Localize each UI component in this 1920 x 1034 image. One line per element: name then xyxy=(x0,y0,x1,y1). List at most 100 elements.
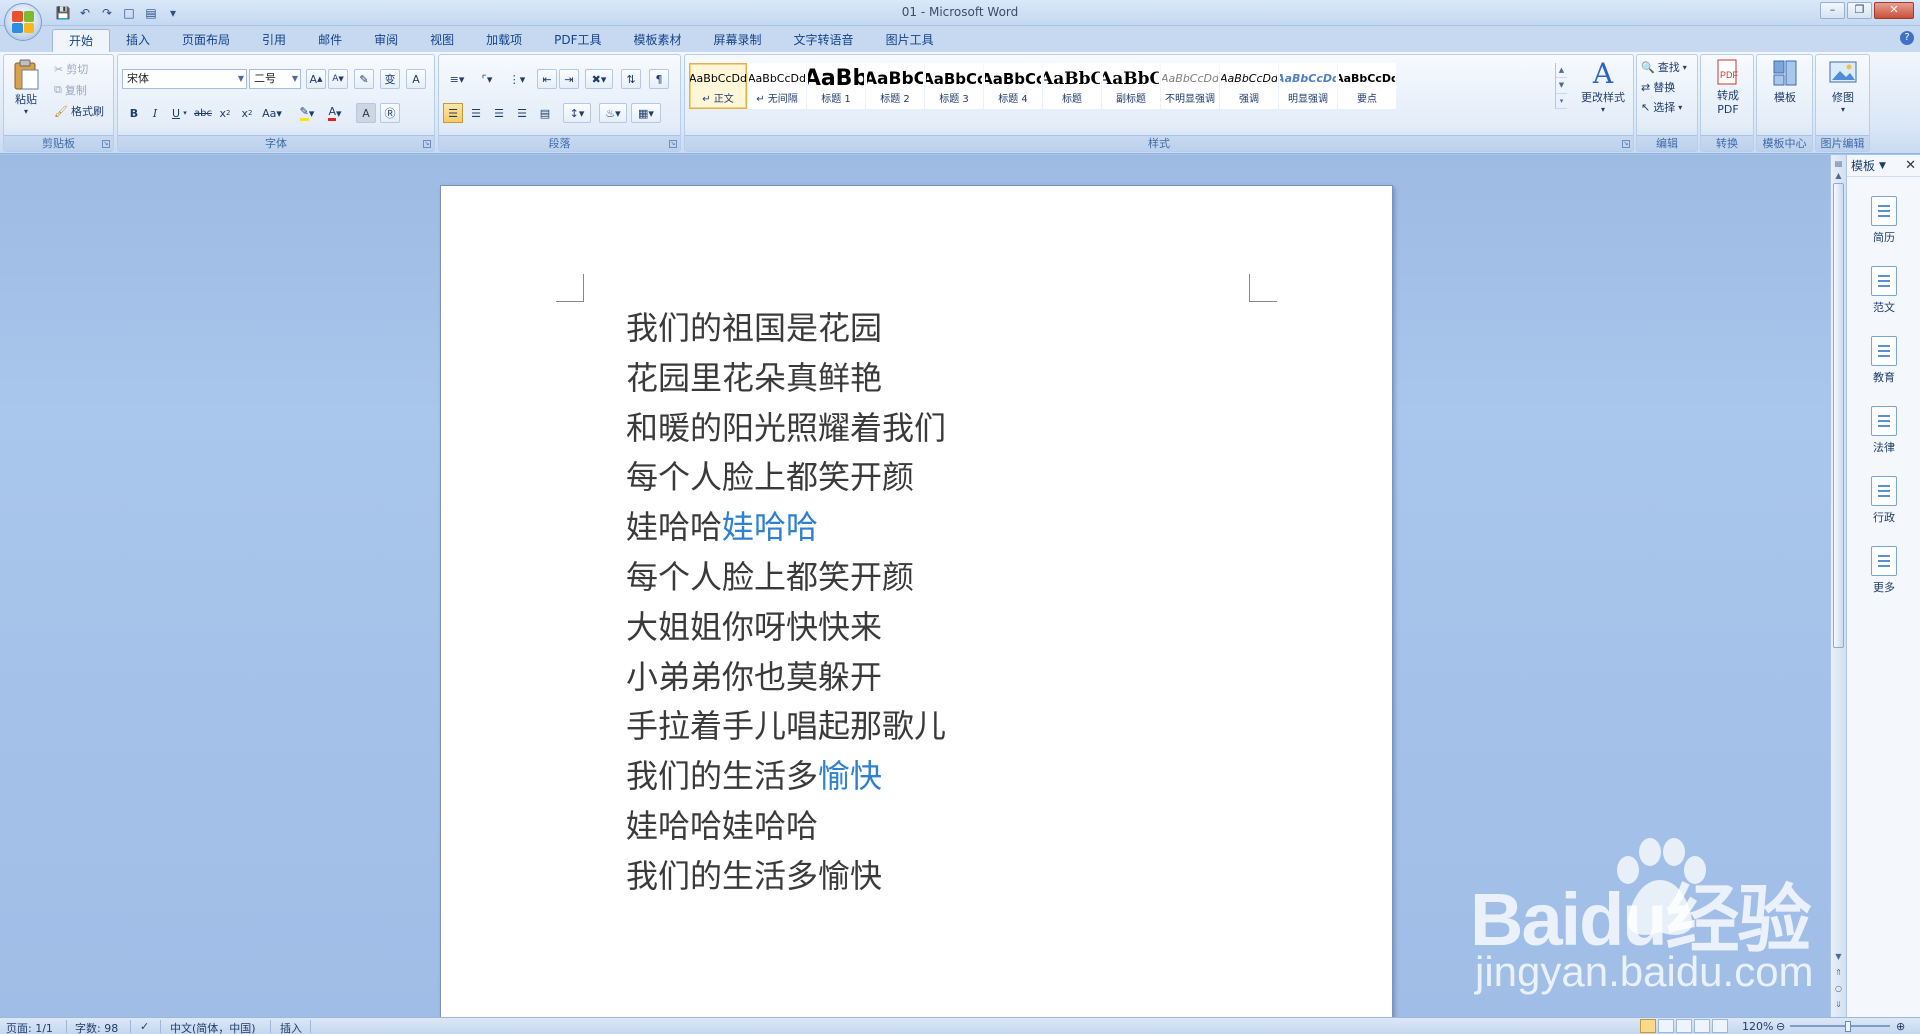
tab-10[interactable]: 屏幕录制 xyxy=(698,29,778,52)
style-item[interactable]: AaBbCc 标题 4 xyxy=(984,63,1042,109)
tab-4[interactable]: 邮件 xyxy=(302,29,358,52)
status-insert-mode[interactable]: 插入 xyxy=(280,1020,302,1034)
bullets-button[interactable]: ≡▾ xyxy=(443,69,471,89)
select-browse-object-icon[interactable]: ○ xyxy=(1832,982,1845,996)
restore-button[interactable]: ❐ xyxy=(1847,2,1872,19)
numbering-button[interactable]: ⌜▾ xyxy=(473,69,501,89)
scroll-up-icon[interactable]: ▲ xyxy=(1832,169,1845,183)
clipboard-launcher-icon[interactable]: ↘ xyxy=(102,140,110,148)
document-line[interactable]: 我们的生活多愉快 xyxy=(626,852,946,902)
style-item[interactable]: AaBbCcDd 不明显强调 xyxy=(1161,63,1219,109)
font-name-combo[interactable]: 宋体 ▼ xyxy=(122,69,247,89)
vertical-scrollbar[interactable]: ▤ ▲ ▼ ⇑ ○ ⇓ xyxy=(1830,155,1846,1017)
style-item[interactable]: AaBbCcDd 要点 xyxy=(1338,63,1396,109)
style-item[interactable]: AaBbCcDd ↵ 无间隔 xyxy=(748,63,806,109)
previous-page-icon[interactable]: ⇑ xyxy=(1832,966,1845,980)
font-launcher-icon[interactable]: ↘ xyxy=(423,140,431,148)
borders-button[interactable]: ▦▾ xyxy=(631,103,661,123)
gallery-more-icon[interactable]: ▾ xyxy=(1556,94,1567,109)
document-line[interactable]: 娃哈哈娃哈哈 xyxy=(626,802,946,852)
replace-button[interactable]: ⇄ 替换 xyxy=(1641,79,1675,95)
zoom-slider[interactable] xyxy=(1790,1025,1890,1027)
document-line[interactable]: 花园里花朵真鲜艳 xyxy=(626,354,946,404)
superscript-button[interactable]: x2 xyxy=(237,103,257,123)
enclose-char-button[interactable]: Ⓡ xyxy=(380,103,400,123)
strikethrough-button[interactable]: abc xyxy=(193,103,213,123)
status-language[interactable]: 中文(简体，中国) xyxy=(170,1020,256,1034)
zoom-out-icon[interactable]: ⊖ xyxy=(1776,1020,1785,1033)
tab-12[interactable]: 图片工具 xyxy=(870,29,950,52)
template-button[interactable]: 模板 xyxy=(1763,57,1807,105)
side-panel-item[interactable]: 简历 xyxy=(1847,185,1920,255)
shading-button[interactable]: ♨▾ xyxy=(599,103,627,123)
cut-button[interactable]: ✂ 剪切 xyxy=(54,61,88,77)
document-body[interactable]: 我们的祖国是花园 花园里花朵真鲜艳 和暖的阳光照耀着我们 每个人脸上都笑开颜 娃哈哈娃哈… xyxy=(626,304,946,902)
tab-6[interactable]: 视图 xyxy=(414,29,470,52)
document-line[interactable]: 手拉着手儿唱起那歌儿 xyxy=(626,702,946,752)
subscript-button[interactable]: x2 xyxy=(215,103,235,123)
copy-button[interactable]: ⧉ 复制 xyxy=(54,82,87,98)
change-styles-button[interactable]: A 更改样式 ▾ xyxy=(1575,57,1631,115)
char-shading-button[interactable]: A xyxy=(356,103,376,123)
clear-formatting-button[interactable]: ✎ xyxy=(354,69,374,89)
multilevel-list-button[interactable]: ⋮▾ xyxy=(503,69,531,89)
office-button[interactable] xyxy=(4,3,42,41)
help-icon[interactable]: ? xyxy=(1900,31,1914,45)
gallery-down-icon[interactable]: ▼ xyxy=(1556,78,1567,94)
paste-button[interactable]: 粘贴 ▾ xyxy=(9,59,43,116)
full-screen-reading-icon[interactable] xyxy=(1658,1019,1674,1033)
chinese-layout-button[interactable]: ✖▾ xyxy=(585,69,613,89)
status-page[interactable]: 页面: 1/1 xyxy=(6,1020,53,1034)
web-layout-icon[interactable] xyxy=(1676,1019,1692,1033)
document-page[interactable]: 我们的祖国是花园 花园里花朵真鲜艳 和暖的阳光照耀着我们 每个人脸上都笑开颜 娃哈哈娃哈… xyxy=(440,185,1393,1017)
phonetic-guide-button[interactable]: 变 xyxy=(380,69,400,89)
tab-5[interactable]: 审阅 xyxy=(358,29,414,52)
tab-11[interactable]: 文字转语音 xyxy=(778,29,870,52)
find-button[interactable]: 🔍 查找 ▾ xyxy=(1641,59,1687,75)
tab-8[interactable]: PDF工具 xyxy=(538,29,617,52)
italic-button[interactable]: I xyxy=(145,103,165,123)
sort-button[interactable]: ⇅ xyxy=(621,69,641,89)
style-item[interactable]: AaBbC 标题 xyxy=(1043,63,1101,109)
document-line[interactable]: 我们的生活多愉快 xyxy=(626,752,946,802)
font-size-combo[interactable]: 二号 ▼ xyxy=(249,69,301,89)
side-panel-menu-icon[interactable]: ▼ xyxy=(1879,161,1886,171)
line-spacing-button[interactable]: ↕▾ xyxy=(563,103,591,123)
zoom-level[interactable]: 120% xyxy=(1742,1020,1773,1033)
shrink-font-button[interactable]: A ▼ xyxy=(328,69,348,89)
grow-font-button[interactable]: A ▲ xyxy=(306,69,326,89)
side-panel-item[interactable]: 范文 xyxy=(1847,255,1920,325)
style-item[interactable]: AaBbC 标题 2 xyxy=(866,63,924,109)
font-color-button[interactable]: A ▾ xyxy=(322,103,348,123)
styles-launcher-icon[interactable]: ↘ xyxy=(1622,140,1630,148)
format-painter-button[interactable]: 🖌 格式刷 xyxy=(54,103,104,119)
side-panel-close-icon[interactable]: ✕ xyxy=(1905,158,1916,173)
align-left-button[interactable]: ☰ xyxy=(443,103,463,123)
document-line[interactable]: 每个人脸上都笑开颜 xyxy=(626,553,946,603)
style-item[interactable]: AaBbCcDd 强调 xyxy=(1220,63,1278,109)
side-panel-item[interactable]: 法律 xyxy=(1847,395,1920,465)
document-line[interactable]: 和暖的阳光照耀着我们 xyxy=(626,404,946,454)
align-center-button[interactable]: ☰ xyxy=(466,103,486,123)
minimize-button[interactable]: – xyxy=(1820,2,1845,19)
scrollbar-thumb[interactable] xyxy=(1833,183,1844,648)
style-item[interactable]: AaBbCcDd 明显强调 xyxy=(1279,63,1337,109)
document-line[interactable]: 大姐姐你呀快快来 xyxy=(626,603,946,653)
tab-1[interactable]: 插入 xyxy=(110,29,166,52)
distributed-button[interactable]: ▤ xyxy=(535,103,555,123)
highlight-button[interactable]: ✎ ▾ xyxy=(294,103,320,123)
style-item[interactable]: AaBbCcDd ↵ 正文 xyxy=(689,63,747,109)
paste-dropdown-icon[interactable]: ▾ xyxy=(24,107,28,116)
change-case-button[interactable]: Aa▾ xyxy=(259,103,285,123)
outline-view-icon[interactable] xyxy=(1694,1019,1710,1033)
decrease-indent-button[interactable]: ⇤ xyxy=(537,69,557,89)
document-line[interactable]: 娃哈哈娃哈哈 xyxy=(626,503,946,553)
gallery-up-icon[interactable]: ▲ xyxy=(1556,63,1567,79)
underline-dropdown-icon[interactable]: ▾ xyxy=(180,103,190,123)
next-page-icon[interactable]: ⇓ xyxy=(1832,998,1845,1012)
justify-button[interactable]: ☰ xyxy=(512,103,532,123)
document-line[interactable]: 我们的祖国是花园 xyxy=(626,304,946,354)
print-layout-icon[interactable] xyxy=(1640,1019,1656,1033)
bold-button[interactable]: B xyxy=(124,103,144,123)
status-word-count[interactable]: 字数: 98 xyxy=(75,1020,118,1034)
